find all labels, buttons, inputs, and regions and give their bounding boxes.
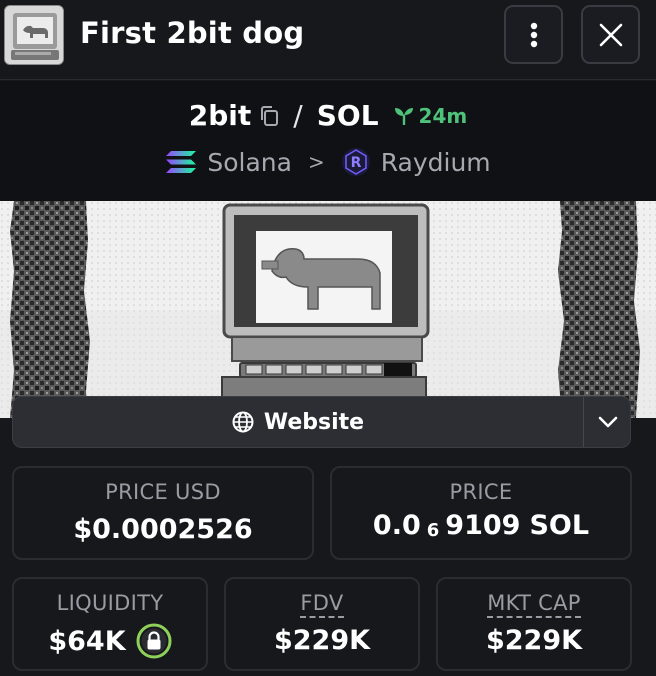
price-native-card: PRICE 0.0 6 9109 SOL: [330, 466, 632, 560]
lock-icon[interactable]: [136, 623, 172, 659]
chain-name[interactable]: Solana: [207, 148, 292, 177]
liquidity-label: LIQUIDITY: [56, 591, 164, 615]
fdv-label-text: FDV: [300, 591, 344, 618]
header: First 2bit dog: [0, 0, 656, 80]
fdv-value: $229K: [273, 625, 371, 656]
token-banner-image: [0, 201, 656, 418]
market-cap-card: MKT CAP $229K: [436, 577, 632, 671]
price-usd-label: PRICE USD: [105, 480, 221, 504]
pair-quote-symbol: SOL: [316, 99, 379, 132]
price-native-value: 0.0 6 9109 SOL: [332, 510, 630, 541]
breadcrumb-separator: >: [307, 150, 325, 174]
price-digits: 9109: [445, 510, 521, 541]
liquidity-card: LIQUIDITY $64K: [12, 577, 208, 671]
chevron-down-icon: [598, 416, 617, 428]
more-vertical-icon: [530, 22, 537, 47]
price-unit: SOL: [529, 510, 590, 541]
close-icon: [599, 23, 622, 46]
copy-icon[interactable]: [259, 105, 279, 127]
price-usd-value: $0.0002526: [73, 514, 253, 545]
price-usd-card: PRICE USD $0.0002526: [12, 466, 314, 560]
fdv-card: FDV $229K: [224, 577, 420, 671]
liquidity-value-row: $64K: [14, 623, 206, 659]
token-logo: [4, 5, 64, 65]
pair-age: 24m: [393, 103, 468, 128]
website-label: Website: [263, 409, 365, 435]
website-button[interactable]: Website: [13, 397, 583, 447]
website-link-bar: Website: [12, 396, 631, 448]
sprout-icon: [394, 107, 413, 125]
pair-age-text: 24m: [418, 103, 468, 128]
pair-info: 2bit / SOL 24m Solana > R Raydium: [0, 81, 656, 201]
liquidity-value: $64K: [48, 625, 126, 657]
chain-breadcrumb: Solana > R Raydium: [0, 147, 656, 177]
market-cap-label[interactable]: MKT CAP: [438, 591, 630, 618]
token-title: First 2bit dog: [80, 16, 305, 50]
svg-text:R: R: [350, 155, 361, 171]
market-cap-label-text: MKT CAP: [487, 591, 581, 618]
pair-separator: /: [293, 99, 303, 132]
links-dropdown-button[interactable]: [584, 397, 631, 447]
price-zero-count: 6: [426, 520, 440, 541]
dex-name[interactable]: Raydium: [381, 148, 491, 177]
price-native-label: PRICE: [449, 480, 513, 504]
pair-base-symbol: 2bit: [188, 99, 252, 132]
more-options-button[interactable]: [504, 5, 563, 64]
price-prefix: 0.0: [372, 510, 421, 541]
solana-icon: [165, 149, 197, 175]
globe-icon: [232, 411, 254, 433]
fdv-label[interactable]: FDV: [226, 591, 418, 618]
pair-line: 2bit / SOL 24m: [0, 99, 656, 132]
market-cap-value: $229K: [485, 625, 583, 656]
raydium-icon: R: [341, 147, 371, 177]
close-button[interactable]: [581, 5, 640, 64]
